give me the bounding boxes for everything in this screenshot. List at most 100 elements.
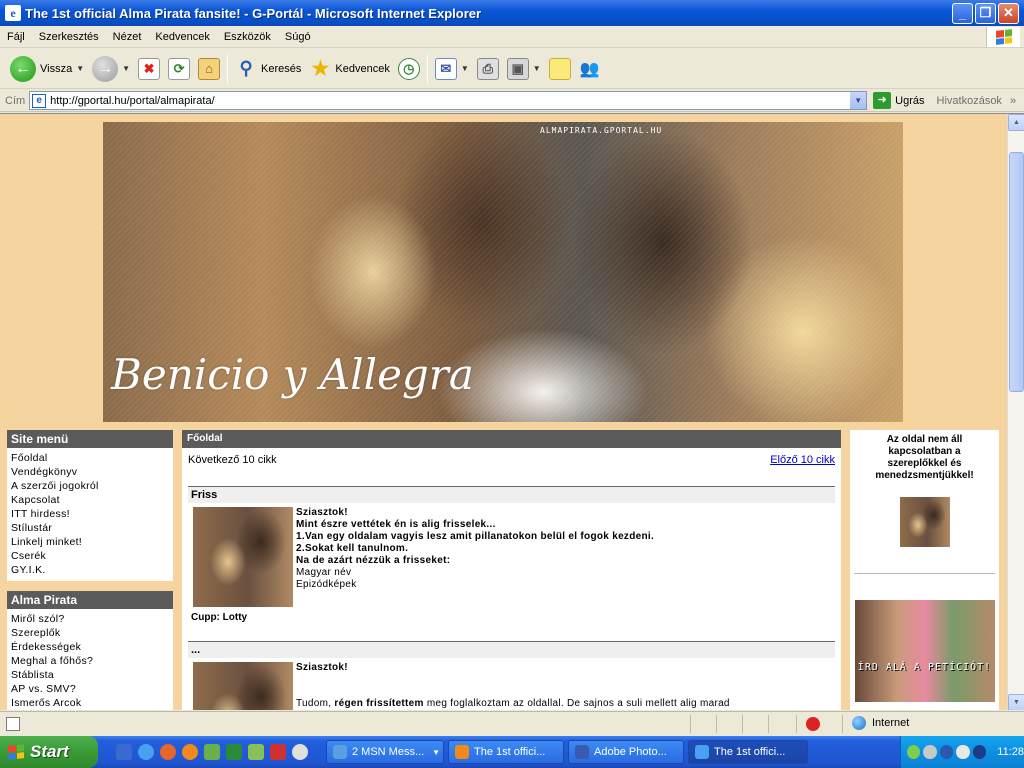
menu-help[interactable]: Súgó: [278, 31, 318, 43]
post-line: Sziasztok!: [296, 507, 348, 518]
post-text: Sziasztok! Mint észre vettétek én is alig…: [293, 507, 654, 607]
search-button[interactable]: ⚲ Keresés: [231, 52, 305, 86]
left-sidebar: Site menü Főoldal Vendégkönyv A szerzői jo…: [7, 430, 173, 710]
forward-button[interactable]: → ▼: [88, 52, 134, 86]
address-dropdown-button[interactable]: ▼: [849, 92, 867, 109]
alma-pirata-item[interactable]: Meghal a főhős?: [11, 654, 169, 668]
maximize-button[interactable]: ❐: [975, 2, 996, 24]
menu-edit[interactable]: Szerkesztés: [32, 31, 106, 43]
msn-icon[interactable]: [204, 744, 220, 760]
history-button[interactable]: ◷: [394, 52, 424, 86]
alma-pirata-item[interactable]: Miről szól?: [11, 612, 169, 626]
site-menu-item[interactable]: Linkelj minket!: [11, 535, 169, 549]
site-menu-item[interactable]: Cserék: [11, 549, 169, 563]
site-menu-item[interactable]: Vendégkönyv: [11, 465, 169, 479]
main-header: Főoldal: [182, 430, 841, 448]
messenger-button[interactable]: 👥: [575, 52, 605, 86]
tray-app-icon[interactable]: [972, 745, 987, 759]
site-menu-list: Főoldal Vendégkönyv A szerzői jogokról Kapc…: [7, 448, 173, 581]
address-url: http://gportal.hu/portal/almapirata/: [50, 94, 215, 107]
window-title: The 1st official Alma Pirata fansite! - …: [25, 5, 482, 21]
scroll-thumb[interactable]: [1009, 152, 1024, 392]
task-label: The 1st offici...: [474, 746, 546, 758]
links-button[interactable]: Hivatkozások»: [937, 95, 1017, 107]
site-menu-item[interactable]: ITT hirdess!: [11, 507, 169, 521]
minimize-button[interactable]: _: [952, 2, 973, 24]
menu-tools[interactable]: Eszközök: [217, 31, 278, 43]
scroll-up-button[interactable]: ▲: [1008, 114, 1024, 131]
refresh-button[interactable]: ⟳: [164, 52, 194, 86]
alma-pirata-item[interactable]: Érdekességek: [11, 640, 169, 654]
start-button[interactable]: Start: [0, 736, 98, 768]
address-label: Cím: [5, 94, 26, 107]
window-titlebar: e The 1st official Alma Pirata fansite! …: [0, 0, 1024, 26]
close-button[interactable]: ✕: [998, 2, 1019, 24]
menu-view[interactable]: Nézet: [106, 31, 149, 43]
taskbar-button[interactable]: Adobe Photo...: [568, 740, 684, 764]
menu-file[interactable]: Fájl: [0, 31, 32, 43]
side-thumbnail-image[interactable]: [899, 497, 950, 547]
task-label: Adobe Photo...: [594, 746, 667, 758]
save-icon[interactable]: [270, 744, 286, 760]
chevron-down-icon[interactable]: ▼: [122, 64, 130, 73]
alma-pirata-item[interactable]: AP vs. SMV?: [11, 682, 169, 696]
home-button[interactable]: ⌂: [194, 52, 224, 86]
previous-articles-link[interactable]: Előző 10 cikk: [770, 454, 835, 470]
star-icon: ★: [311, 58, 330, 80]
post-body: Sziasztok! Mint észre vettétek én is alig…: [182, 503, 841, 607]
ie-quicklaunch-icon[interactable]: [138, 744, 154, 760]
next-articles-link[interactable]: Következő 10 cikk: [188, 454, 277, 470]
site-menu-item[interactable]: Stílustár: [11, 521, 169, 535]
tray-app-icon[interactable]: [939, 745, 954, 759]
globe-icon: [852, 716, 866, 730]
back-button[interactable]: ← Vissza ▼: [6, 52, 88, 86]
post-line: 2.Sokat kell tanulnom.: [296, 543, 409, 554]
alma-pirata-item[interactable]: Szereplők: [11, 626, 169, 640]
notes-button[interactable]: [545, 52, 575, 86]
mail-button[interactable]: ✉ ▼: [431, 52, 473, 86]
taskbar-button[interactable]: The 1st offici...: [448, 740, 564, 764]
task-app-icon: [575, 745, 589, 759]
chevron-down-icon[interactable]: ▼: [76, 64, 84, 73]
favorites-button[interactable]: ★ Kedvencek: [305, 52, 393, 86]
scroll-down-button[interactable]: ▼: [1008, 694, 1024, 710]
site-menu-item[interactable]: A szerzői jogokról: [11, 479, 169, 493]
tray-app-icon[interactable]: [923, 745, 937, 759]
pager: Következő 10 cikk Előző 10 cikk: [182, 448, 841, 470]
toolbar-separator: [227, 54, 229, 83]
site-menu-item[interactable]: GY.I.K.: [11, 563, 169, 577]
mail-icon: ✉: [434, 57, 457, 80]
site-menu-item[interactable]: Főoldal: [11, 451, 169, 465]
quick-launch: [116, 744, 314, 760]
stop-button[interactable]: ✖: [134, 52, 164, 86]
chevron-down-icon[interactable]: ▼: [533, 64, 541, 73]
alma-pirata-list: Miről szól? Szereplők Érdekességek Meghal a…: [7, 609, 173, 710]
excel-icon[interactable]: [226, 744, 242, 760]
menu-favorites[interactable]: Kedvencek: [148, 31, 216, 43]
clock: 11:28: [997, 746, 1024, 758]
vertical-scrollbar[interactable]: ▲ ▼: [1007, 114, 1024, 710]
printer-icon: ⎙: [476, 57, 499, 80]
firefox-icon[interactable]: [182, 744, 198, 760]
right-column: Az oldal nem áll kapcsolatban a szereplő…: [850, 430, 999, 710]
petition-banner-image[interactable]: ÍRD ALÁ A PETÍCIÓT!: [854, 600, 995, 702]
taskbar-button[interactable]: 2 MSN Mess... ▼: [326, 740, 444, 764]
app-icon[interactable]: [248, 744, 264, 760]
tray-network-icon[interactable]: [907, 745, 921, 759]
player-icon[interactable]: [292, 744, 308, 760]
chevron-down-icon[interactable]: ▼: [461, 64, 469, 73]
chevron-down-icon: ▼: [432, 747, 441, 757]
go-button[interactable]: ➜ Ugrás: [873, 92, 925, 109]
taskbar-button[interactable]: The 1st offici...: [688, 740, 808, 764]
media-icon[interactable]: [160, 744, 176, 760]
edit-button[interactable]: ▣ ▼: [503, 52, 545, 86]
print-button[interactable]: ⎙: [473, 52, 503, 86]
alma-pirata-item[interactable]: Stáblista: [11, 668, 169, 682]
alma-pirata-item[interactable]: Ismerős Arcok: [11, 696, 169, 710]
address-input[interactable]: e http://gportal.hu/portal/almapirata/ ▼: [29, 91, 868, 110]
tray-volume-icon[interactable]: [956, 745, 970, 759]
site-menu-item[interactable]: Kapcsolat: [11, 493, 169, 507]
back-arrow-icon: ←: [10, 55, 36, 82]
show-desktop-icon[interactable]: [116, 744, 132, 760]
popup-blocked-icon[interactable]: [806, 717, 820, 731]
